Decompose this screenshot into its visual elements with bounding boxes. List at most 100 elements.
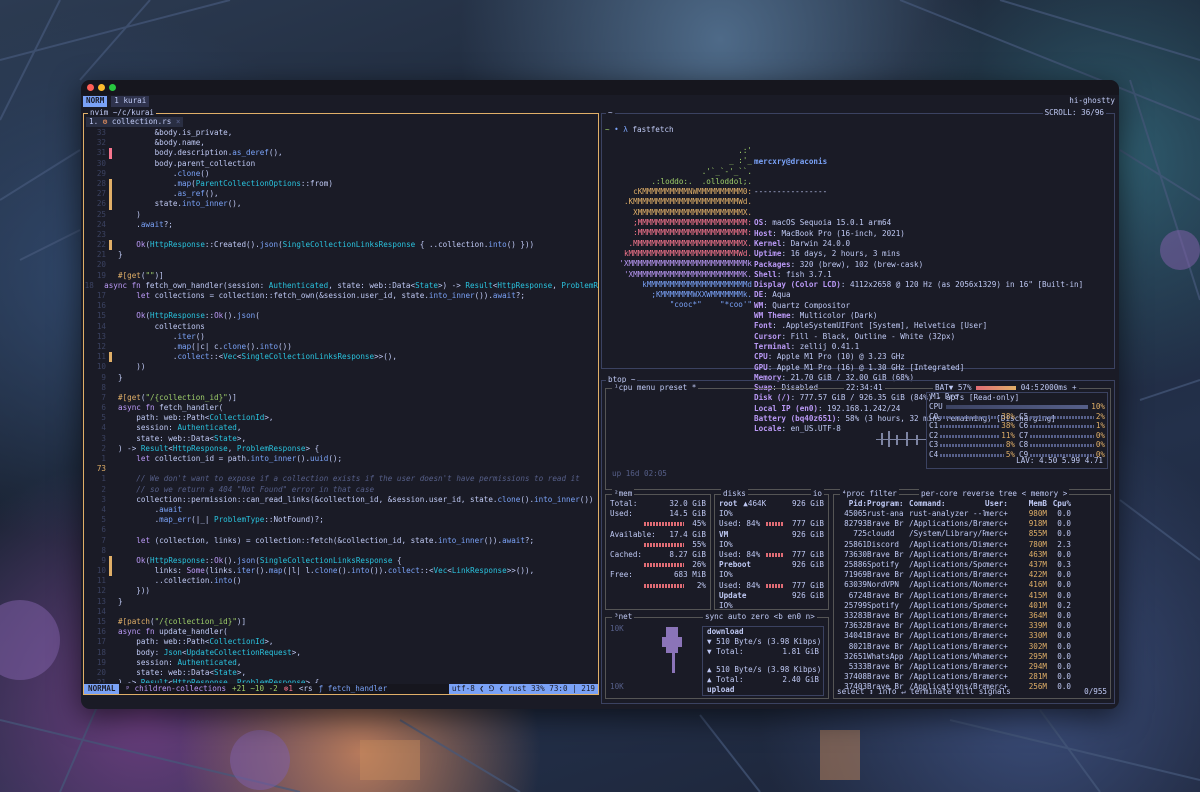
code-line[interactable]: 16 [84,301,598,311]
code-line[interactable]: 9} [84,373,598,383]
code-line[interactable]: 19 #[get("")] [84,271,598,281]
proc-row[interactable]: 63039 NordVPN/Applications/Nor merc+ 416M 0.… [837,580,1107,590]
code-line[interactable]: 11 .collect::<Vec<SingleCollectionLinksR… [84,352,598,363]
proc-row[interactable]: 6724 Brave Br/Applications/Bra merc+ 415M 0.… [837,591,1107,601]
code-line[interactable]: 17 let collections = collection::fetch_o… [84,291,598,301]
shell-prompt: ~ • λ fastfetch [605,125,674,134]
code-line[interactable]: 6 [84,525,598,535]
proc-row[interactable]: 73632 Brave Br/Applications/Bra merc+ 339M 0… [837,621,1107,631]
buffer-tab[interactable]: 1. ⚙ collection.rs × [86,117,184,127]
io-toggle[interactable]: io [810,489,824,500]
code-line[interactable]: 3 state: web::Data<State>, [84,434,598,444]
code-line[interactable]: 18 async fn fetch_own_handler(session: Au… [84,281,598,291]
code-line[interactable]: 8 [84,546,598,556]
line-number: 11 [96,576,106,586]
code-line[interactable]: 5 path: web::Path<CollectionId>, [84,413,598,423]
code-line[interactable]: 15 #[patch("/{collection_id}")] [84,617,598,627]
code-line[interactable]: 20 [84,260,598,270]
code-line[interactable]: 8 [84,383,598,393]
code-line[interactable]: 22 Ok(HttpResponse::Created().json(Singl… [84,240,598,251]
proc-row[interactable]: 33283 Brave Br/Applications/Bra merc+ 364M 0… [837,611,1107,621]
code-line[interactable]: 18 body: Json<UpdateCollectionRequest>, [84,648,598,658]
code-line[interactable]: 25 ) [84,210,598,220]
logo-line: _ :'_ [665,156,752,166]
code-line[interactable]: 9 Ok(HttpResponse::Ok().json(SingleColle… [84,555,598,567]
code-line[interactable]: 20 state: web::Data<State>, [84,668,598,678]
proc-row[interactable]: 37408 Brave Br/Applications/Bra merc+ 281M 0… [837,672,1107,682]
btop-pane[interactable]: btop ~ ¹cpu menu preset * 22:34:41 BAT▼ … [601,375,1115,704]
net-options[interactable]: sync auto zero <b en0 n> [703,612,817,623]
code-line[interactable]: 12 .map(|c| c.clone().into()) [84,342,598,352]
code-line[interactable]: 29 .clone() [84,169,598,179]
proc-row[interactable]: 5333 Brave Br/Applications/Bra merc+ 294M 0.… [837,662,1107,672]
fastfetch-pane[interactable]: ~ SCROLL: 36/96 ~ • λ fastfetch .:' _ :'… [601,108,1115,433]
git-sign [109,210,112,220]
proc-row[interactable]: 82793 Brave Br/Applications/Bra merc+ 918M 0… [837,519,1107,529]
code-line[interactable]: 26 state.into_inner(), [84,199,598,210]
close-buffer-icon[interactable]: × [176,117,181,126]
proc-row[interactable]: 25799 Spotify/Applications/Spo merc+ 401M 0.… [837,601,1107,611]
code-line[interactable]: 5 .map_err(|_| ProblemType::NotFound)?; [84,515,598,525]
code-line[interactable]: 10 )) [84,362,598,372]
code-line[interactable]: 6 async fn fetch_handler( [84,403,598,413]
code-line[interactable]: 13 .iter() [84,332,598,342]
code-line[interactable]: 2) -> Result<HttpResponse, ProblemRespon… [84,444,598,454]
code-line[interactable]: 16 async fn update_handler( [84,627,598,637]
code-editor[interactable]: 33 &body.is_private, 32 &body.name, 31 bod… [84,128,598,683]
code-line[interactable]: 73 [84,464,598,474]
code-line[interactable]: 14 [84,607,598,617]
code-line[interactable]: 11 ..collection.into() [84,576,598,586]
zellij-tab[interactable]: 1 kurai [111,96,150,107]
code-line[interactable]: 14 collections [84,322,598,332]
line-number: 12 [96,341,106,351]
code-line[interactable]: 3 collection::permission::can_read_links… [84,495,598,505]
proc-row[interactable]: 725 cloudd/System/Library/P merc+ 855M 0.0 [837,529,1107,539]
proc-row[interactable]: 32651 WhatsApp/Applications/Wha merc+ 295M 0… [837,652,1107,662]
proc-row[interactable]: 73630 Brave Br/Applications/Bra merc+ 463M 0… [837,550,1107,560]
mem-row: Available: 17.4 GiB [610,529,706,539]
nvim-pane[interactable]: nvim ~/c/kurai 1. ⚙ collection.rs × 33 &… [83,108,599,695]
code-line[interactable]: 2 // so we return a 404 "Not Found" erro… [84,485,598,495]
code-line[interactable]: 19 session: Authenticated, [84,658,598,668]
line-number: 4 [101,423,106,433]
cpu-tab[interactable]: ¹cpu menu preset * [612,383,699,394]
code-line[interactable]: 4 session: Authenticated, [84,423,598,433]
proc-footer: select ↕ info ↵ terminate kill signals 0/… [837,687,1107,696]
code-line[interactable]: 1 // We don't want to expose if a collec… [84,474,598,484]
code-line[interactable]: 28 .map(ParentCollectionOptions::from) [84,178,598,190]
code-line[interactable]: 27 .as_ref(), [84,189,598,200]
code-line[interactable]: 17 path: web::Path<CollectionId>, [84,637,598,647]
minimize-window-icon[interactable] [98,84,105,91]
code-line[interactable]: 31 body.description.as_deref(), [84,148,598,159]
code-line[interactable]: 21} [84,250,598,260]
git-sign [109,555,112,567]
proc-row[interactable]: 34041 Brave Br/Applications/Bra merc+ 330M 0… [837,631,1107,641]
code-line[interactable]: 10 links: Some(links.iter().map(|l| l.cl… [84,566,598,577]
code-line[interactable]: 12 })) [84,586,598,596]
code-line[interactable]: 23 [84,230,598,240]
code-line[interactable]: 21) -> Result<HttpResponse, ProblemRespo… [84,678,598,683]
code-line[interactable]: 7 let (collection, links) = collection::… [84,536,598,546]
git-sign [109,566,112,577]
code-line[interactable]: 7 #[get("/{collection_id}")] [84,393,598,403]
code-line[interactable]: 15 Ok(HttpResponse::Ok().json( [84,311,598,321]
mem-row: Used: 14.5 GiB [610,509,706,519]
info-row: Uptime: 16 days, 2 hours, 3 mins [754,249,901,259]
code-line[interactable]: 33 &body.is_private, [84,128,598,138]
proc-row[interactable]: 25861 Discord/Applications/Dis merc+ 780M 2.… [837,540,1107,550]
logo-line: :MMMMMMMMMMMMMMMMMMMMMMMM: [633,228,752,238]
proc-row[interactable]: 71969 Brave Br/Applications/Bra merc+ 422M 0… [837,570,1107,580]
proc-row[interactable]: 45065 rust-ana rust-analyzer --l merc+ 980M 0… [837,509,1107,519]
code-line[interactable]: 30 body.parent_collection [84,159,598,169]
code-line[interactable]: 13} [84,597,598,607]
proc-row[interactable]: 25886 Spotify/Applications/Spo merc+ 437M 0.… [837,560,1107,570]
proc-options[interactable]: per-core reverse tree < memory > [919,489,1070,500]
code-line[interactable]: 32 &body.name, [84,138,598,148]
proc-row[interactable]: 8021 Brave Br/Applications/Bra merc+ 302M 0.… [837,642,1107,652]
code-line[interactable]: 4 .await [84,505,598,515]
zoom-window-icon[interactable] [109,84,116,91]
proc-tab[interactable]: ⁴proc filter [840,489,899,500]
code-line[interactable]: 1 let collection_id = path.into_inner().… [84,454,598,464]
code-line[interactable]: 24 .await?; [84,220,598,230]
close-window-icon[interactable] [87,84,94,91]
